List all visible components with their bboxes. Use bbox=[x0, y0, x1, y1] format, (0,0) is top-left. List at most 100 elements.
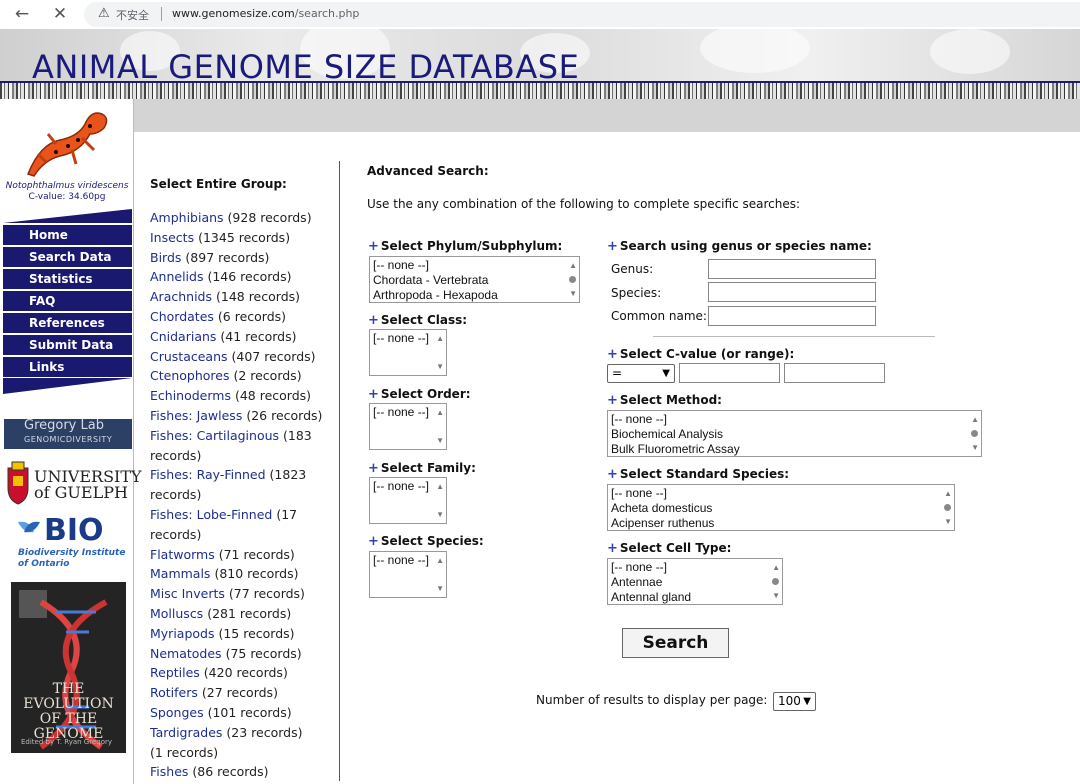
select-option[interactable]: Bulk Fluorometric Assay bbox=[611, 442, 978, 456]
method-select[interactable]: [-- none --] Biochemical Analysis Bulk Flu… bbox=[607, 410, 982, 457]
select-option[interactable]: [-- none --] bbox=[611, 412, 978, 427]
group-link[interactable]: Molluscs bbox=[150, 606, 203, 621]
close-icon[interactable]: ✕ bbox=[50, 4, 70, 24]
nav-faq[interactable]: FAQ bbox=[3, 291, 132, 311]
search-button[interactable]: Search bbox=[622, 628, 729, 658]
select-option[interactable]: [-- none --] bbox=[373, 331, 443, 346]
group-link[interactable]: Reptiles bbox=[150, 665, 200, 680]
select-option[interactable]: Acipenser ruthenus bbox=[611, 516, 951, 530]
species-input[interactable] bbox=[708, 282, 876, 302]
group-link[interactable]: Fishes: Lobe-Finned bbox=[150, 507, 272, 522]
group-link[interactable]: Myriapods bbox=[150, 626, 214, 641]
group-link[interactable]: Misc Inverts bbox=[150, 586, 225, 601]
group-link[interactable]: Sponges bbox=[150, 705, 204, 720]
species-select[interactable]: [-- none --] ▲ ▼ bbox=[369, 551, 447, 598]
select-option[interactable]: Acheta domesticus bbox=[611, 501, 951, 516]
scroll-up-icon[interactable]: ▲ bbox=[436, 331, 444, 346]
scroll-thumb[interactable] bbox=[971, 429, 978, 437]
scrollbar[interactable]: ▲ ▼ bbox=[435, 404, 446, 449]
group-link[interactable]: Tardigrades bbox=[150, 725, 222, 740]
scroll-up-icon[interactable]: ▲ bbox=[569, 258, 577, 273]
scrollbar[interactable]: ▲ ▼ bbox=[435, 330, 446, 375]
group-link[interactable]: Echinoderms bbox=[150, 388, 231, 403]
group-link[interactable]: Chordates bbox=[150, 309, 214, 324]
nav-statistics[interactable]: Statistics bbox=[3, 269, 132, 289]
nav-search-data[interactable]: Search Data bbox=[3, 247, 132, 267]
scroll-down-icon[interactable]: ▼ bbox=[569, 286, 577, 301]
gregory-lab-logo[interactable]: Gregory Lab GENOMICDIVERSITY bbox=[4, 419, 132, 449]
group-link[interactable]: Fishes bbox=[150, 764, 188, 779]
scroll-up-icon[interactable]: ▲ bbox=[772, 560, 780, 575]
bio-logo[interactable]: BIO bbox=[44, 513, 104, 548]
cvalue-min-input[interactable] bbox=[679, 363, 780, 383]
group-link[interactable]: Fishes: Cartilaginous bbox=[150, 428, 279, 443]
select-option[interactable]: [-- none --] bbox=[373, 479, 443, 494]
phylum-select[interactable]: [-- none --] Chordata - Vertebrata Arthrop… bbox=[369, 256, 580, 303]
select-option[interactable]: Antennae bbox=[611, 575, 779, 590]
select-option[interactable]: [-- none --] bbox=[373, 553, 443, 568]
cvalue-max-input[interactable] bbox=[784, 363, 885, 383]
book-cover[interactable]: THE EVOLUTION OF THE GENOME Edited by T.… bbox=[11, 582, 126, 753]
group-link[interactable]: Arachnids bbox=[150, 289, 212, 304]
scroll-thumb[interactable] bbox=[569, 275, 576, 283]
nav-links[interactable]: Links bbox=[3, 357, 132, 377]
scroll-thumb[interactable] bbox=[944, 503, 951, 511]
scroll-up-icon[interactable]: ▲ bbox=[436, 479, 444, 494]
genus-input[interactable] bbox=[708, 259, 876, 279]
security-label[interactable]: 不安全 bbox=[116, 7, 149, 23]
nav-home[interactable]: Home bbox=[3, 225, 132, 245]
scroll-down-icon[interactable]: ▼ bbox=[772, 588, 780, 603]
results-per-page-select[interactable]: 100 ▼ bbox=[773, 692, 816, 711]
scroll-up-icon[interactable]: ▲ bbox=[436, 553, 444, 568]
family-select[interactable]: [-- none --] ▲ ▼ bbox=[369, 477, 447, 524]
nav-references[interactable]: References bbox=[3, 313, 132, 333]
group-link[interactable]: Cnidarians bbox=[150, 329, 216, 344]
scroll-down-icon[interactable]: ▼ bbox=[436, 433, 444, 448]
group-link[interactable]: Rotifers bbox=[150, 685, 198, 700]
group-link[interactable]: Crustaceans bbox=[150, 349, 228, 364]
group-link[interactable]: Amphibians bbox=[150, 210, 224, 225]
group-link[interactable]: Flatworms bbox=[150, 547, 215, 562]
select-option[interactable]: [-- none --] bbox=[611, 560, 779, 575]
scroll-up-icon[interactable]: ▲ bbox=[944, 486, 952, 501]
scrollbar[interactable]: ▲ ▼ bbox=[435, 552, 446, 597]
class-select[interactable]: [-- none --] ▲ ▼ bbox=[369, 329, 447, 376]
scrollbar[interactable]: ▲ ▼ bbox=[568, 257, 579, 302]
standard-species-select[interactable]: [-- none --] Acheta domesticus Acipenser r… bbox=[607, 484, 955, 531]
scroll-down-icon[interactable]: ▼ bbox=[436, 581, 444, 596]
order-select[interactable]: [-- none --] ▲ ▼ bbox=[369, 403, 447, 450]
back-icon[interactable]: ← bbox=[12, 4, 32, 24]
scroll-down-icon[interactable]: ▼ bbox=[944, 514, 952, 529]
nav-submit-data[interactable]: Submit Data bbox=[3, 335, 132, 355]
scrollbar[interactable]: ▲ ▼ bbox=[771, 559, 782, 604]
scroll-up-icon[interactable]: ▲ bbox=[436, 405, 444, 420]
group-link[interactable]: Birds bbox=[150, 250, 181, 265]
select-option[interactable]: Antennal gland bbox=[611, 590, 779, 604]
scroll-down-icon[interactable]: ▼ bbox=[436, 359, 444, 374]
scroll-up-icon[interactable]: ▲ bbox=[971, 412, 979, 427]
group-link[interactable]: Fishes: Jawless bbox=[150, 408, 242, 423]
group-link[interactable]: Nematodes bbox=[150, 646, 222, 661]
cell-type-select[interactable]: [-- none --] Antennae Antennal gland ▲ ▼ bbox=[607, 558, 783, 605]
common-name-input[interactable] bbox=[708, 306, 876, 326]
scroll-down-icon[interactable]: ▼ bbox=[971, 440, 979, 455]
guelph-logo[interactable]: UNIVERSITY of GUELPH bbox=[34, 469, 142, 501]
scrollbar[interactable]: ▲ ▼ bbox=[435, 478, 446, 523]
group-link[interactable]: Mammals bbox=[150, 566, 210, 581]
warning-icon[interactable]: ⚠ bbox=[98, 6, 110, 21]
select-option[interactable]: [-- none --] bbox=[373, 405, 443, 420]
select-option[interactable]: Arthropoda - Hexapoda bbox=[373, 288, 576, 302]
scroll-thumb[interactable] bbox=[772, 577, 779, 585]
url-text[interactable]: www.genomesize.com/search.php bbox=[172, 7, 359, 20]
select-option[interactable]: Chordata - Vertebrata bbox=[373, 273, 576, 288]
group-link[interactable]: Ctenophores bbox=[150, 368, 229, 383]
select-option[interactable]: [-- none --] bbox=[611, 486, 951, 501]
select-option[interactable]: [-- none --] bbox=[373, 258, 576, 273]
group-link[interactable]: Insects bbox=[150, 230, 194, 245]
scrollbar[interactable]: ▲ ▼ bbox=[970, 411, 981, 456]
cvalue-operator-select[interactable]: = ▼ bbox=[607, 364, 675, 383]
scrollbar[interactable]: ▲ ▼ bbox=[943, 485, 954, 530]
select-option[interactable]: Biochemical Analysis bbox=[611, 427, 978, 442]
group-link[interactable]: Annelids bbox=[150, 269, 203, 284]
scroll-down-icon[interactable]: ▼ bbox=[436, 507, 444, 522]
